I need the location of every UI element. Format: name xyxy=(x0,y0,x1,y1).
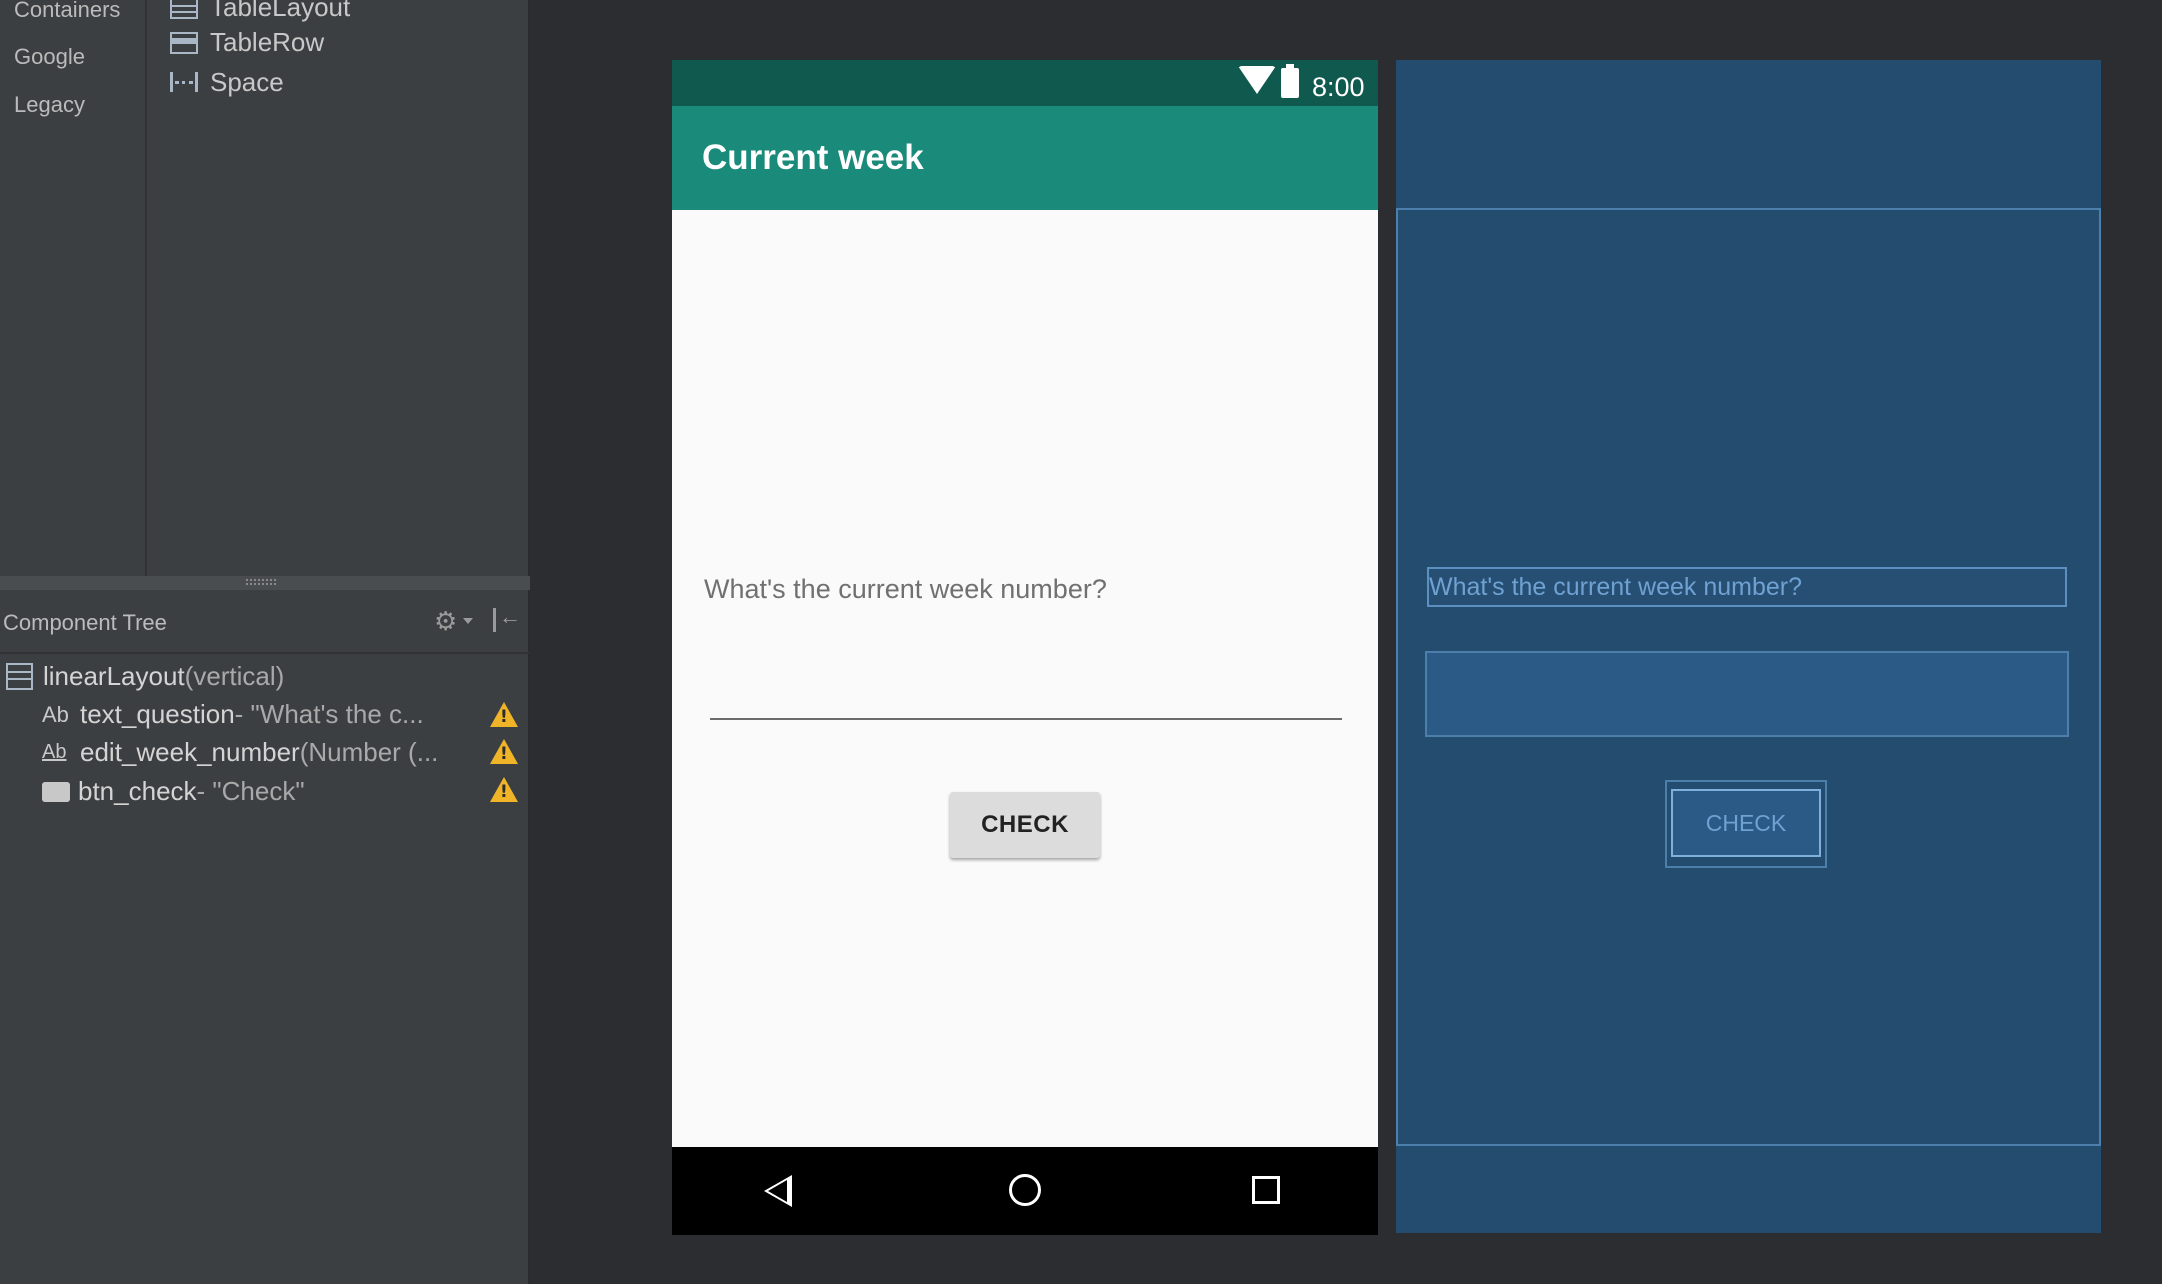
table-layout-icon xyxy=(170,0,198,19)
tree-item-desc: (Number (... xyxy=(299,737,439,767)
palette-category-containers[interactable]: Containers xyxy=(14,0,120,23)
blueprint-question-text[interactable]: What's the current week number? xyxy=(1427,567,2067,607)
status-bar: 8:00 xyxy=(672,60,1378,106)
table-row-icon xyxy=(170,31,198,54)
component-tree-title: Component Tree xyxy=(3,610,167,635)
palette-item-space[interactable]: Space xyxy=(170,67,284,98)
textview-icon: Ab xyxy=(42,701,69,727)
warning-icon[interactable] xyxy=(490,777,518,802)
tree-item-desc: (vertical) xyxy=(184,661,285,691)
tree-item-edit-week-number[interactable]: Ab edit_week_number (Number (... xyxy=(42,737,438,768)
question-text[interactable]: What's the current week number? xyxy=(704,574,1107,605)
tree-item-name: linearLayout xyxy=(43,661,185,691)
warning-icon[interactable] xyxy=(490,739,518,764)
palette-item-label: TableRow xyxy=(210,27,325,57)
button-icon xyxy=(42,781,70,802)
tree-item-text-question[interactable]: Ab text_question - "What's the c... xyxy=(42,699,424,730)
navigation-bar xyxy=(672,1147,1378,1235)
home-icon[interactable] xyxy=(1009,1174,1041,1206)
blueprint-check-button[interactable]: CHECK xyxy=(1671,789,1821,857)
gear-icon[interactable]: ⚙ xyxy=(434,606,457,637)
tree-item-linearlayout[interactable]: linearLayout (vertical) xyxy=(6,661,284,692)
tree-item-desc: - "Check" xyxy=(196,776,305,806)
status-time: 8:00 xyxy=(1312,72,1365,102)
edittext-icon: Ab xyxy=(42,741,67,763)
component-tree-header: Component Tree ⚙ xyxy=(0,590,530,654)
tree-item-desc: - "What's the c... xyxy=(234,699,424,729)
tree-item-name: btn_check xyxy=(78,776,197,806)
blueprint-week-number-input[interactable] xyxy=(1425,651,2069,737)
palette-item-tablelayout[interactable]: TableLayout xyxy=(170,0,350,23)
drag-handle-icon xyxy=(246,579,276,585)
app-title: Current week xyxy=(702,138,924,177)
chevron-down-icon[interactable] xyxy=(463,618,473,624)
palette-item-tablerow[interactable]: TableRow xyxy=(170,27,324,58)
collapse-panel-icon[interactable] xyxy=(490,604,521,632)
linear-layout-icon xyxy=(6,663,33,690)
palette-item-label: TableLayout xyxy=(210,0,351,22)
panel-splitter[interactable] xyxy=(0,576,530,590)
space-icon xyxy=(170,71,198,94)
tree-item-name: text_question xyxy=(80,699,235,729)
app-bar: Current week xyxy=(672,106,1378,210)
palette-item-label: Space xyxy=(210,67,284,97)
left-tool-panel: Containers Google Legacy TableLayout Tab… xyxy=(0,0,530,1284)
check-button[interactable]: CHECK xyxy=(950,792,1100,858)
palette-category-google[interactable]: Google xyxy=(14,44,85,70)
palette-items: TableLayout TableRow Space xyxy=(148,0,530,576)
blueprint-preview[interactable]: What's the current week number? CHECK xyxy=(1396,60,2101,1233)
tree-item-name: edit_week_number xyxy=(80,737,300,767)
warning-icon[interactable] xyxy=(490,702,518,727)
palette-category-legacy[interactable]: Legacy xyxy=(14,92,85,118)
back-icon[interactable] xyxy=(764,1175,792,1207)
palette-categories: Containers Google Legacy xyxy=(0,0,147,576)
tree-item-btn-check[interactable]: btn_check - "Check" xyxy=(42,776,305,807)
wifi-icon xyxy=(1238,66,1276,94)
battery-icon xyxy=(1281,64,1299,98)
design-preview[interactable]: 8:00 Current week What's the current wee… xyxy=(672,60,1378,1235)
week-number-input[interactable] xyxy=(710,718,1342,720)
palette-panel: Containers Google Legacy TableLayout Tab… xyxy=(0,0,530,576)
recent-apps-icon[interactable] xyxy=(1252,1176,1280,1204)
